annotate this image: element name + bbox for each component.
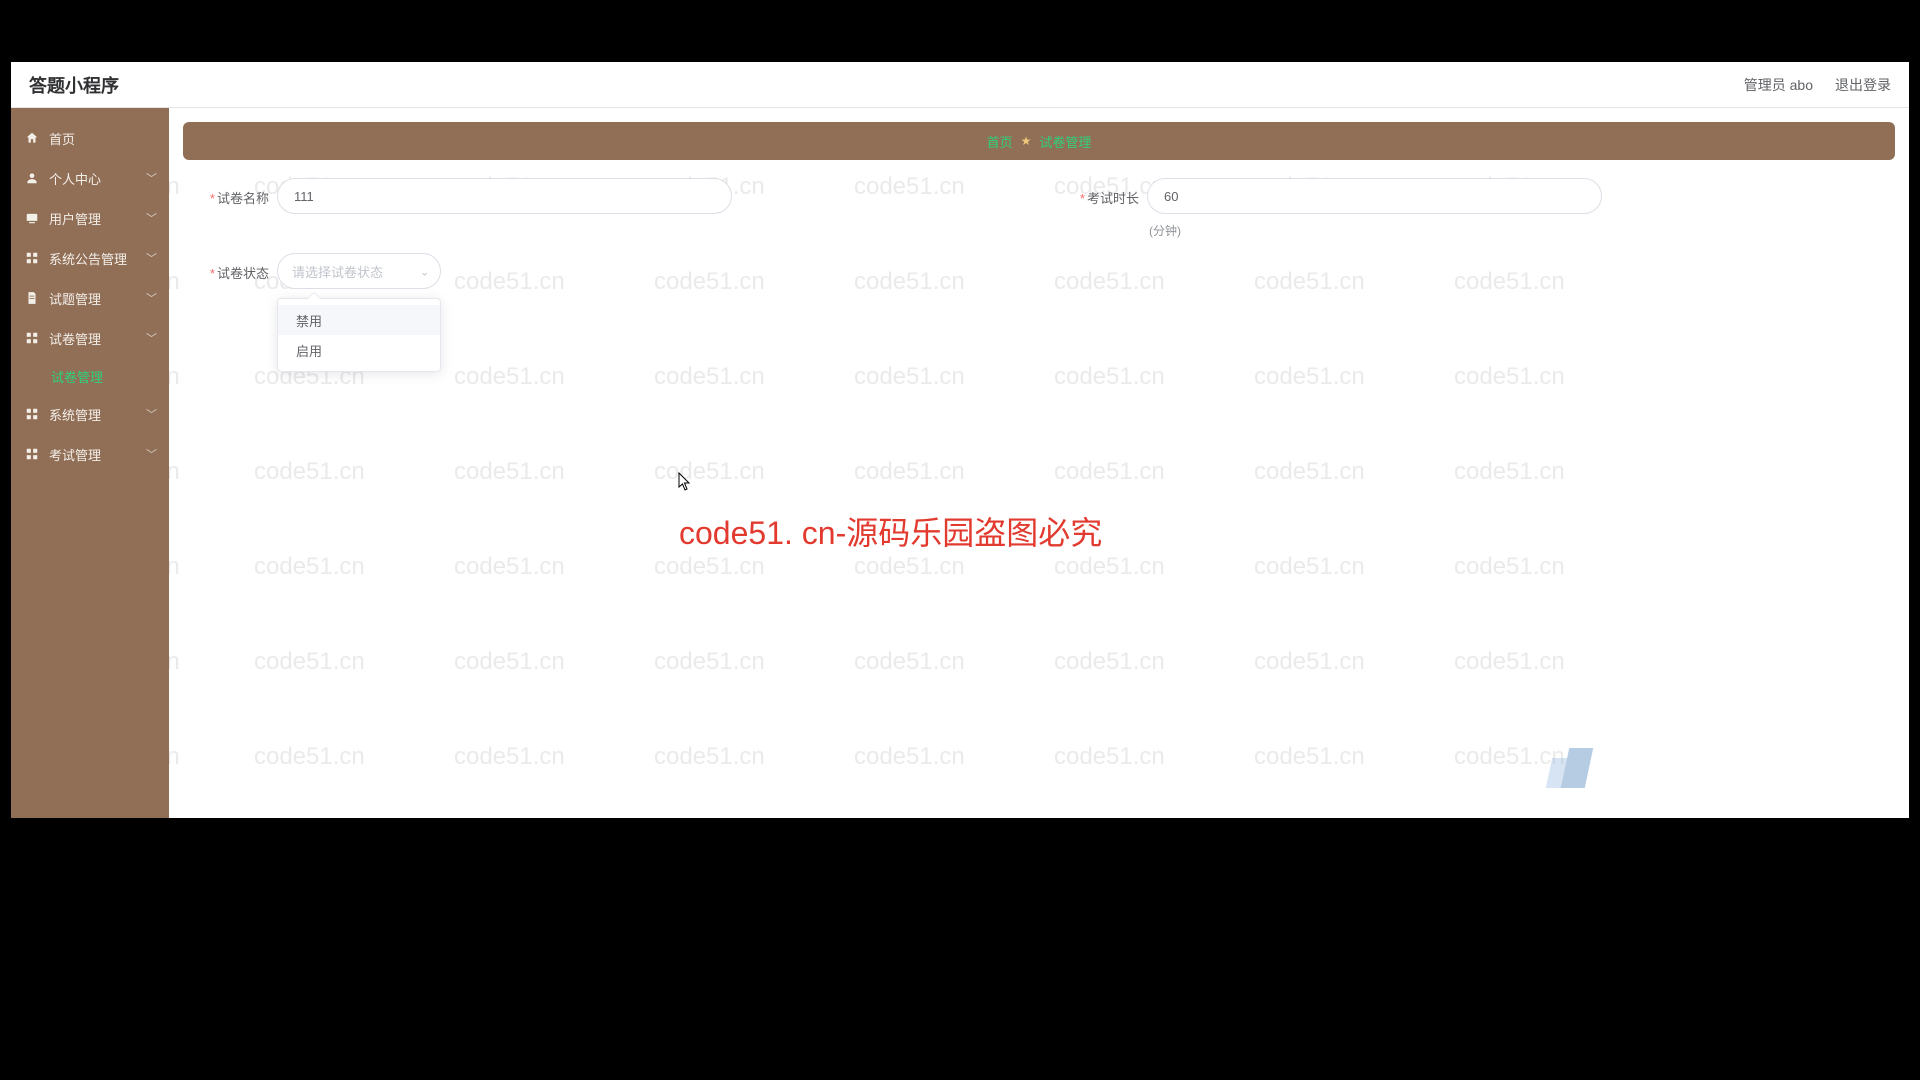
- logout-link[interactable]: 退出登录: [1835, 75, 1891, 95]
- users-icon: [25, 211, 39, 225]
- status-placeholder: 请选择试卷状态: [292, 262, 383, 281]
- form-item-status: *试卷状态 请选择试卷状态 ⌃ 禁用 启用: [189, 253, 1019, 289]
- chevron-down-icon: ﹀: [146, 446, 157, 462]
- sidebar-item-label: 系统管理: [49, 405, 101, 424]
- name-label: 试卷名称: [217, 191, 269, 206]
- sidebar-item-profile[interactable]: 个人中心 ﹀: [11, 158, 169, 198]
- form-item-name: *试卷名称: [189, 178, 1019, 239]
- sidebar-subitem-label: 试卷管理: [51, 367, 103, 386]
- user-label[interactable]: 管理员 abo: [1744, 75, 1813, 95]
- chevron-down-icon: ﹀: [146, 330, 157, 346]
- breadcrumb: 首页 ★ 试卷管理: [183, 122, 1895, 160]
- chevron-up-icon: ⌃: [420, 265, 429, 278]
- name-input[interactable]: [277, 178, 732, 214]
- doc-icon: [25, 291, 39, 305]
- topbar: 答题小程序 管理员 abo 退出登录: [11, 62, 1909, 108]
- chevron-down-icon: ﹀: [146, 210, 157, 226]
- sidebar-item-label: 考试管理: [49, 445, 101, 464]
- grid-icon: [25, 331, 39, 345]
- sidebar-item-users[interactable]: 用户管理 ﹀: [11, 198, 169, 238]
- grid-icon: [25, 251, 39, 265]
- duration-label: 考试时长: [1087, 191, 1139, 206]
- sidebar-item-paper[interactable]: 试卷管理 ﹀: [11, 318, 169, 358]
- sidebar-item-system[interactable]: 系统管理 ﹀: [11, 394, 169, 434]
- duration-unit: (分钟): [1147, 222, 1602, 239]
- form-item-duration: *考试时长 (分钟): [1059, 178, 1889, 239]
- grid-icon: [25, 447, 39, 461]
- breadcrumb-current: 试卷管理: [1039, 132, 1091, 151]
- sidebar-item-announce[interactable]: 系统公告管理 ﹀: [11, 238, 169, 278]
- cursor-icon: [678, 472, 692, 492]
- watermark-banner: code51. cn-源码乐园盗图必究: [679, 508, 1102, 554]
- chevron-down-icon: ﹀: [146, 290, 157, 306]
- status-option-enable[interactable]: 启用: [278, 335, 440, 365]
- home-icon: [25, 131, 39, 145]
- sidebar-item-label: 个人中心: [49, 169, 101, 188]
- sidebar-item-home[interactable]: 首页: [11, 118, 169, 158]
- sidebar-item-label: 试题管理: [49, 289, 101, 308]
- logo-watermark: [1549, 748, 1599, 788]
- sidebar-item-question[interactable]: 试题管理 ﹀: [11, 278, 169, 318]
- chevron-down-icon: ﹀: [146, 170, 157, 186]
- sidebar-item-label: 试卷管理: [49, 329, 101, 348]
- status-dropdown: 禁用 启用: [277, 298, 441, 372]
- content-area: code51.cncode51.cncode51.cncode51.cncode…: [169, 108, 1909, 818]
- sidebar-item-label: 系统公告管理: [49, 249, 127, 268]
- sidebar-item-label: 首页: [49, 129, 75, 148]
- chevron-down-icon: ﹀: [146, 250, 157, 266]
- user-icon: [25, 171, 39, 185]
- status-label: 试卷状态: [217, 266, 269, 281]
- sidebar-item-label: 用户管理: [49, 209, 101, 228]
- sidebar-item-exam[interactable]: 考试管理 ﹀: [11, 434, 169, 474]
- app-title: 答题小程序: [29, 72, 119, 98]
- sidebar-subitem-paper-mgmt[interactable]: 试卷管理: [11, 358, 169, 394]
- duration-input[interactable]: [1147, 178, 1602, 214]
- grid-icon: [25, 407, 39, 421]
- status-option-disable[interactable]: 禁用: [278, 305, 440, 335]
- status-select[interactable]: 请选择试卷状态: [277, 253, 441, 289]
- breadcrumb-separator: ★: [1021, 134, 1032, 148]
- sidebar: 首页 个人中心 ﹀ 用户管理 ﹀ 系统公告管理 ﹀ 试题管理 ﹀: [11, 108, 169, 818]
- breadcrumb-home[interactable]: 首页: [987, 132, 1013, 151]
- chevron-down-icon: ﹀: [146, 406, 157, 422]
